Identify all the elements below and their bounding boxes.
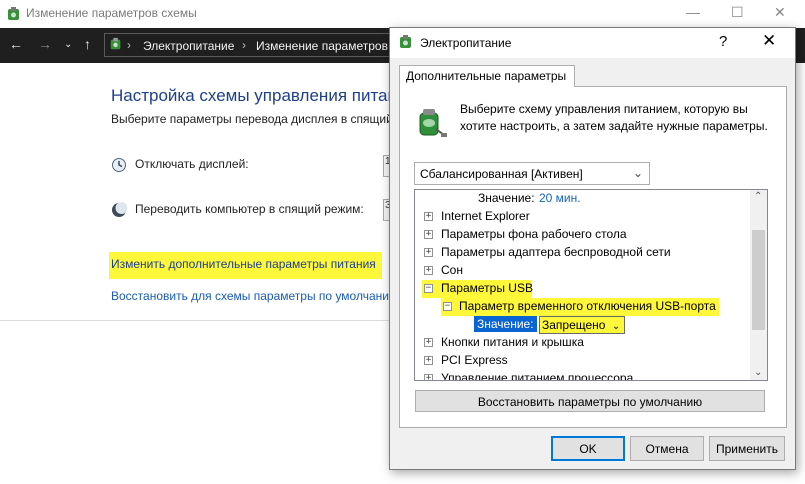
expand-icon[interactable]: + <box>424 338 433 347</box>
restore-defaults-button[interactable]: Восстановить параметры по умолчанию <box>415 390 765 412</box>
help-button[interactable]: ? <box>719 33 727 50</box>
tree-item-label: Параметр временного отключения USB-порта <box>459 299 716 313</box>
dialog-close-button[interactable]: ✕ <box>762 31 776 51</box>
cancel-button[interactable]: Отмена <box>630 436 704 461</box>
power-plan-select[interactable]: Сбалансированная [Активен] ⌄ <box>414 162 650 185</box>
chevron-down-icon: ⌄ <box>611 321 621 332</box>
forward-arrow-icon[interactable]: → <box>38 36 52 52</box>
power-options-icon <box>6 6 22 25</box>
tree-item-label: Кнопки питания и крышка <box>441 335 584 349</box>
usb-suspend-select[interactable]: Запрещено ⌄ <box>539 316 626 334</box>
power-options-dialog: Электропитание ? ✕ Дополнительные параме… <box>389 27 796 470</box>
value-link[interactable]: 20 мин. <box>539 191 581 205</box>
sleep-label: Переводить компьютер в спящий режим: <box>135 202 364 216</box>
breadcrumb-separator-icon: › <box>242 38 246 52</box>
advanced-settings-link[interactable]: Изменить дополнительные параметры питани… <box>109 252 382 279</box>
chevron-down-icon: ⌄ <box>632 166 643 180</box>
expand-icon[interactable]: + <box>424 248 433 257</box>
expand-icon[interactable]: + <box>424 266 433 275</box>
scroll-down-icon[interactable]: ⌄ <box>754 367 762 378</box>
tree-item-label: Параметры USB <box>441 281 533 295</box>
scrollbar-thumb[interactable] <box>752 230 765 330</box>
collapse-icon[interactable]: − <box>443 302 452 311</box>
tree-item-usb-settings[interactable]: − Параметры USB <box>422 280 533 298</box>
divider <box>0 320 390 321</box>
restore-defaults-link[interactable]: Восстановить для схемы параметры по умол… <box>111 289 398 303</box>
display-off-label: Отключать дисплей: <box>135 157 249 171</box>
tree-item-label: Управление питанием процессора <box>441 371 634 381</box>
address-bar[interactable]: › Электропитание › Изменение параметров <box>104 33 404 57</box>
power-plan-value: Сбалансированная [Активен] <box>420 167 583 181</box>
power-options-icon <box>109 37 123 54</box>
breadcrumb-item[interactable]: Изменение параметров <box>256 39 388 53</box>
tree-row-usb-value: Значение: Запрещено ⌄ <box>474 316 626 334</box>
tree-item-label: Параметры адаптера беспроводной сети <box>441 245 671 259</box>
up-arrow-icon[interactable]: ↑ <box>84 36 91 52</box>
collapse-icon[interactable]: − <box>424 284 433 293</box>
breadcrumb-separator-icon: › <box>127 38 131 52</box>
page-heading: Настройка схемы управления питанием <box>111 86 428 105</box>
intro-text: Выберите схему управления питанием, кото… <box>460 102 768 133</box>
moon-icon <box>111 202 128 221</box>
background-window-title: Изменение параметров схемы <box>26 6 197 20</box>
battery-plug-icon <box>414 105 448 142</box>
tab-advanced-settings[interactable]: Дополнительные параметры <box>399 65 576 87</box>
value-label: Значение: <box>474 316 537 332</box>
tree-item-label: PCI Express <box>441 353 508 367</box>
tree-item-label: Internet Explorer <box>441 209 530 223</box>
recent-chevron-icon[interactable]: ⌄ <box>64 39 72 50</box>
close-window-button[interactable]: ✕ <box>774 4 786 21</box>
scroll-up-icon[interactable]: ⌃ <box>754 191 762 202</box>
tree-item-usb-selective-suspend[interactable]: − Параметр временного отключения USB-пор… <box>441 298 719 316</box>
expand-icon[interactable]: + <box>424 356 433 365</box>
tree-item-label: Параметры фона рабочего стола <box>441 227 627 241</box>
back-arrow-icon[interactable]: ← <box>9 36 23 52</box>
value-label: Значение: <box>478 191 535 205</box>
apply-button[interactable]: Применить <box>709 436 785 461</box>
expand-icon[interactable]: + <box>424 374 433 380</box>
monitor-clock-icon <box>111 157 127 176</box>
maximize-button[interactable]: ☐ <box>731 4 744 21</box>
dialog-titlebar: Электропитание ? ✕ <box>390 28 795 58</box>
tree-item-label: Сон <box>441 263 463 277</box>
ok-button[interactable]: OK <box>551 436 625 461</box>
minimize-button[interactable]: — <box>686 4 700 20</box>
expand-icon[interactable]: + <box>424 212 433 221</box>
advanced-settings-panel: Выберите схему управления питанием, кото… <box>399 86 787 428</box>
expand-icon[interactable]: + <box>424 230 433 239</box>
usb-suspend-value: Запрещено <box>542 318 606 332</box>
power-options-icon <box>398 34 414 53</box>
background-titlebar: Изменение параметров схемы — ☐ ✕ <box>0 0 805 28</box>
breadcrumb-item[interactable]: Электропитание <box>143 39 234 53</box>
settings-tree[interactable]: Значение: 20 мин. + Internet Explorer + … <box>414 189 768 381</box>
page-subheading: Выберите параметры перевода дисплея в сп… <box>111 112 393 126</box>
dialog-title: Электропитание <box>420 36 512 50</box>
tree-scrollbar[interactable]: ⌃ ⌄ <box>750 190 767 380</box>
